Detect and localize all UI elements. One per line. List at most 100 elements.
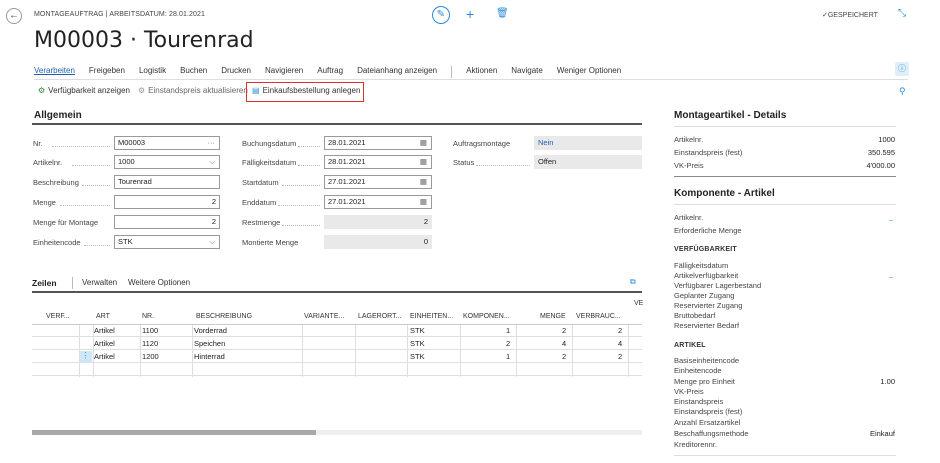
menu-navigate[interactable]: Navigate	[511, 66, 543, 78]
horizontal-scrollbar[interactable]	[32, 430, 642, 435]
expand-lines-button[interactable]: ⧉	[630, 277, 636, 287]
arrow-left-icon: ←	[9, 10, 19, 21]
update-cost-action[interactable]: ⚙ Einstandspreis aktualisieren	[138, 86, 248, 95]
row-art: Artikel	[94, 339, 115, 348]
col-art[interactable]: ART	[96, 313, 110, 320]
grid-line	[572, 325, 573, 377]
table-row-empty[interactable]	[32, 364, 642, 376]
col-variante[interactable]: VARIANTE...	[304, 313, 344, 320]
einheitencode-field[interactable]: STK ⌵	[114, 235, 220, 249]
faelligkeitsdatum-field[interactable]: 28.01.2021 ▦	[324, 155, 432, 169]
status-value: Offen	[534, 155, 642, 169]
menu-auftrag[interactable]: Auftrag	[317, 66, 343, 78]
row-menge: 2	[562, 352, 567, 361]
col-verbrauch[interactable]: VERBRAUC...	[576, 313, 621, 320]
col-overflow: VE	[634, 300, 644, 307]
calendar-icon[interactable]: ▦	[420, 156, 427, 168]
pin-button[interactable]: ⚲	[899, 86, 906, 97]
col-lagerort[interactable]: LAGERORT...	[358, 313, 401, 320]
row-einheit: STK	[410, 339, 425, 348]
table-row[interactable]: Artikel 1120 Speichen STK 2 4 4	[32, 338, 642, 350]
chevron-down-icon[interactable]: ⌵	[209, 236, 215, 248]
col-beschreibung[interactable]: BESCHREIBUNG	[196, 313, 252, 320]
show-availability-action[interactable]: ⚙ Verfügbarkeit anzeigen	[38, 86, 130, 95]
dots	[298, 165, 320, 166]
row-einheit: STK	[410, 326, 425, 335]
auftragsmontage-value[interactable]: Nein	[534, 136, 642, 150]
fb-dash[interactable]: –	[889, 215, 893, 224]
col-menge[interactable]: MENGE	[540, 313, 566, 320]
artikelnr-field[interactable]: 1000 ⌵	[114, 155, 220, 169]
menu-buchen[interactable]: Buchen	[180, 66, 207, 78]
fb-value: 1.00	[880, 377, 895, 386]
fb-label: Artikelnr.	[674, 135, 704, 144]
grid-line	[407, 325, 408, 377]
nr-value: M00003	[118, 138, 146, 147]
col-verf[interactable]: VERF...	[46, 313, 70, 320]
calendar-icon[interactable]: ▦	[420, 176, 427, 188]
collapse-button[interactable]: ⤡	[898, 8, 906, 19]
fb-label: Einstandspreis	[674, 397, 724, 406]
menu-aktionen[interactable]: Aktionen	[466, 66, 497, 78]
grid-line	[140, 325, 141, 377]
menu-navigieren[interactable]: Navigieren	[265, 66, 303, 78]
menu-verarbeiten[interactable]: Verarbeiten	[34, 66, 75, 78]
fb-value[interactable]: 1000	[878, 135, 895, 144]
table-row[interactable]: Artikel 1100 Vorderrad STK 1 2 2	[32, 325, 642, 337]
back-button[interactable]: ←	[6, 8, 22, 24]
row-verbrauch: 2	[618, 352, 623, 361]
fb-dash[interactable]: –	[889, 272, 893, 281]
nr-field[interactable]: M00003 ···	[114, 136, 220, 150]
menu-logistik[interactable]: Logistik	[139, 66, 166, 78]
chevron-down-icon[interactable]: ⌵	[209, 156, 215, 168]
tab-weitere-optionen[interactable]: Weitere Optionen	[128, 278, 190, 287]
artikelnr-value: 1000	[118, 157, 135, 166]
row-beschreibung: Speichen	[194, 339, 226, 348]
scrollbar-thumb[interactable]	[32, 430, 316, 435]
refresh-icon: ⚙	[138, 86, 146, 95]
menu-freigeben[interactable]: Freigeben	[89, 66, 125, 78]
menge-montage-field[interactable]: 2	[114, 215, 220, 229]
col-komponenten[interactable]: KOMPONEN...	[463, 313, 510, 320]
action-bar: ⚙ Verfügbarkeit anzeigen ⚙ Einstandspreis …	[34, 86, 434, 100]
col-nr[interactable]: NR.	[142, 313, 154, 320]
fb-label: Fälligkeitsdatum	[674, 261, 729, 270]
fb-label: Einheitencode	[674, 366, 722, 375]
grid-line	[516, 325, 517, 377]
fb-article-title: ARTIKEL	[674, 342, 706, 349]
menu-dateianhang[interactable]: Dateianhang anzeigen	[357, 66, 437, 78]
beschreibung-field[interactable]: Tourenrad	[114, 175, 220, 189]
more-icon[interactable]: ···	[208, 137, 216, 149]
menu-weniger-optionen[interactable]: Weniger Optionen	[557, 66, 621, 78]
fb-label: VK-Preis	[674, 161, 704, 170]
edit-button[interactable]: ✎	[432, 6, 450, 24]
calendar-icon[interactable]: ▦	[420, 196, 427, 208]
buchungsdatum-field[interactable]: 28.01.2021 ▦	[324, 136, 432, 150]
factbox-details-title[interactable]: Montageartikel - Details	[674, 110, 786, 121]
table-row[interactable]: ⋮ Artikel 1200 Hinterrad STK 1 2 2	[32, 351, 642, 363]
row-menu-icon[interactable]: ⋮	[79, 351, 92, 363]
tab-zeilen[interactable]: Zeilen	[32, 278, 57, 288]
grid-line	[628, 325, 629, 377]
startdatum-field[interactable]: 27.01.2021 ▦	[324, 175, 432, 189]
update-cost-label: Einstandspreis aktualisieren	[148, 86, 248, 95]
factbox-component-title[interactable]: Komponente - Artikel	[674, 188, 775, 199]
info-button[interactable]: ⓘ	[895, 62, 909, 76]
row-beschreibung: Vorderrad	[194, 326, 227, 335]
delete-button[interactable]: 🗑	[496, 8, 509, 19]
row-nr: 1100	[142, 326, 159, 335]
new-button[interactable]: +	[466, 6, 474, 22]
label-restmenge: Restmenge	[242, 218, 281, 227]
col-einheiten[interactable]: EINHEITEN...	[410, 313, 453, 320]
menge-field[interactable]: 2	[114, 195, 220, 209]
enddatum-field[interactable]: 27.01.2021 ▦	[324, 195, 432, 209]
tab-verwalten[interactable]: Verwalten	[82, 278, 117, 287]
pencil-icon: ✎	[436, 9, 446, 20]
grid-line	[355, 325, 356, 377]
calendar-icon[interactable]: ▦	[420, 137, 427, 149]
menu-drucken[interactable]: Drucken	[221, 66, 251, 78]
row-art: Artikel	[94, 326, 115, 335]
label-montierte-menge: Montierte Menge	[242, 238, 299, 247]
tab-separator	[72, 277, 73, 289]
label-buchungsdatum: Buchungsdatum	[242, 139, 297, 148]
